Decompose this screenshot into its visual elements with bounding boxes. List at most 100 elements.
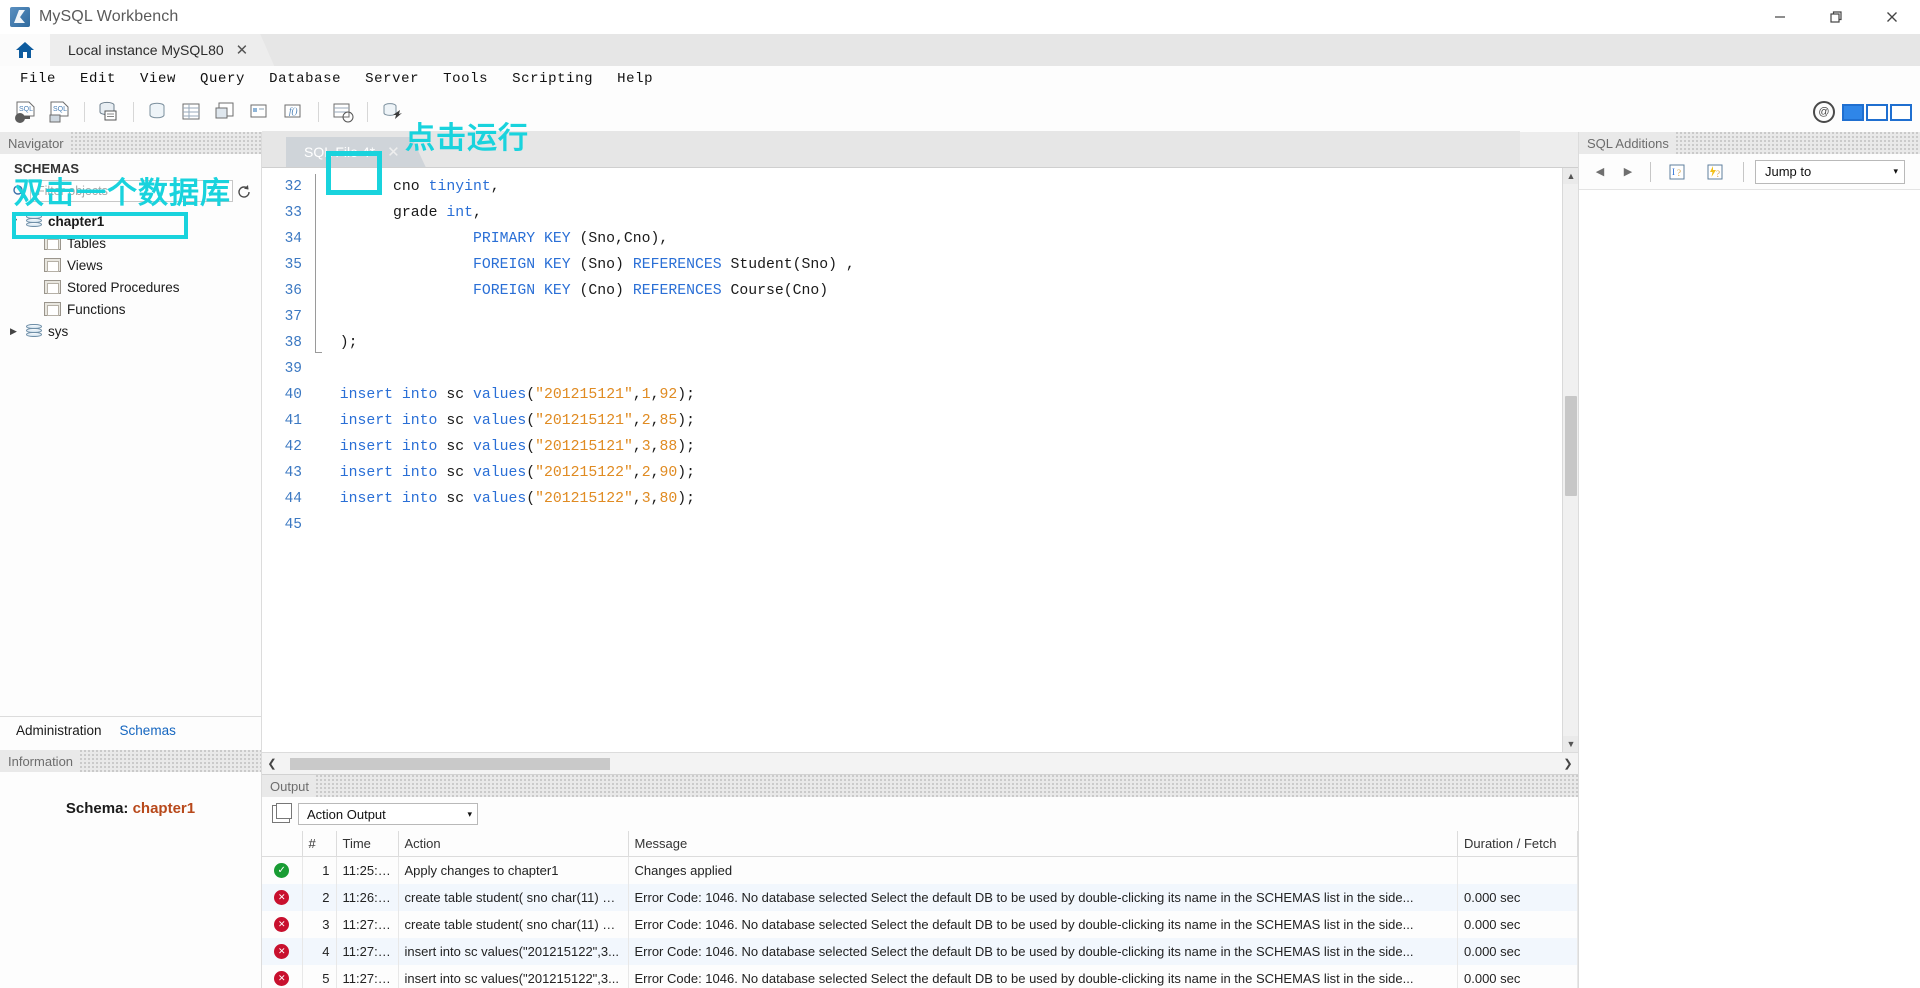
tab-sql-file-4[interactable]: SQL File 4* ✕ xyxy=(286,137,426,167)
sidebar-item-label: Stored Procedures xyxy=(67,279,180,295)
line-number: 42 xyxy=(262,434,322,460)
header-dots xyxy=(1674,132,1920,154)
menu-tools[interactable]: Tools xyxy=(431,69,500,89)
tab-local-instance-mysql80[interactable]: Local instance MySQL80 ✕ xyxy=(50,34,274,66)
filter-row: Filter objects xyxy=(0,178,261,206)
table-row[interactable]: 411:27:21insert into sc values("20121512… xyxy=(262,938,1578,965)
code-text-area[interactable]: cno tinyint, grade int, PRIMARY KEY (Sno… xyxy=(322,168,1562,752)
forward-arrow-icon[interactable]: ▶ xyxy=(1617,161,1639,183)
sidebar-item-chapter1[interactable]: ▼ chapter1 xyxy=(0,210,261,232)
row-message: Changes applied xyxy=(628,856,1458,884)
minimize-button[interactable] xyxy=(1752,0,1808,34)
menu-view[interactable]: View xyxy=(128,69,188,89)
sidebar-toggle-output[interactable] xyxy=(1866,103,1888,121)
menu-database[interactable]: Database xyxy=(257,69,353,89)
output-header-label: Output xyxy=(270,778,310,794)
menu-file[interactable]: File xyxy=(8,69,68,89)
close-button[interactable] xyxy=(1864,0,1920,34)
table-header-row: # Time Action Message Duration / Fetch xyxy=(262,831,1578,857)
new-function-icon[interactable]: f() xyxy=(278,97,310,127)
scroll-down-arrow[interactable]: ▼ xyxy=(1563,736,1578,752)
connection-tab-strip: Local instance MySQL80 ✕ xyxy=(0,34,1920,66)
tab-administration[interactable]: Administration xyxy=(16,723,102,738)
folder-icon xyxy=(44,280,61,294)
chevron-down-icon[interactable]: ▼ xyxy=(10,216,20,226)
navigator-panel: Navigator SCHEMAS Filter objects ▼ chapt… xyxy=(0,132,262,988)
sidebar-item-sys[interactable]: ▶ sys xyxy=(0,320,261,342)
new-table-icon[interactable] xyxy=(210,97,242,127)
main-toolbar-right: @ xyxy=(1813,92,1912,132)
new-sql-tab-icon[interactable]: SQL xyxy=(10,97,42,127)
auto-context-help-icon[interactable]: ? xyxy=(1700,158,1732,186)
table-row[interactable]: 211:26:51create table student( sno char(… xyxy=(262,884,1578,911)
refresh-icon[interactable] xyxy=(237,184,251,198)
toolbar-separator xyxy=(318,102,319,122)
sql-additions-toolbar: ◀ ▶ I ? ? Jump to ▾ xyxy=(1579,154,1920,190)
header-dots xyxy=(69,132,261,154)
hscroll-track[interactable] xyxy=(282,757,1558,770)
code-line: PRIMARY KEY (Sno,Cno), xyxy=(472,231,669,247)
action-output-table: # Time Action Message Duration / Fetch 1… xyxy=(262,831,1578,988)
at-sign-icon[interactable]: @ xyxy=(1813,101,1835,123)
folder-icon xyxy=(44,236,61,250)
row-duration: 0.000 sec xyxy=(1457,911,1578,938)
close-icon[interactable]: ✕ xyxy=(387,145,400,160)
restore-button[interactable] xyxy=(1808,0,1864,34)
action-output-rows: 111:25:38Apply changes to chapter1Change… xyxy=(262,856,1578,988)
panel-toggle-group xyxy=(1842,103,1912,121)
menu-query[interactable]: Query xyxy=(188,69,257,89)
new-procedure-icon[interactable] xyxy=(376,97,408,127)
sql-code-editor[interactable]: 32 33 34 35 36 37 38 39 40 41 42 43 44 45 cno tinyint… xyxy=(262,168,1578,752)
jump-to-dropdown[interactable]: Jump to ▾ xyxy=(1755,159,1905,184)
schemas-section-label: SCHEMAS xyxy=(14,161,80,176)
table-row[interactable]: 311:27:13create table student( sno char(… xyxy=(262,911,1578,938)
sidebar-item-tables[interactable]: Tables xyxy=(0,232,261,254)
home-tab[interactable] xyxy=(0,34,50,66)
scrollbar-thumb[interactable] xyxy=(290,757,610,770)
new-schema-icon[interactable] xyxy=(176,97,208,127)
sidebar-item-views[interactable]: Views xyxy=(0,254,261,276)
scroll-left-arrow[interactable]: ❮ xyxy=(262,757,282,770)
filter-objects-input[interactable]: Filter objects xyxy=(30,180,233,202)
scrollbar-thumb[interactable] xyxy=(1565,396,1577,496)
sidebar-toggle-right[interactable] xyxy=(1890,103,1912,121)
line-number: 43 xyxy=(262,460,322,486)
information-header: Information xyxy=(0,750,261,772)
new-connection-icon[interactable] xyxy=(142,97,174,127)
scroll-right-arrow[interactable]: ❯ xyxy=(1558,757,1578,770)
folder-icon xyxy=(44,258,61,272)
tab-schemas[interactable]: Schemas xyxy=(120,723,176,738)
editor-column: Limit to 1000 rows ▾ xyxy=(262,132,1578,988)
scroll-up-arrow[interactable]: ▲ xyxy=(1563,168,1578,184)
sidebar-item-functions[interactable]: Functions xyxy=(0,298,261,320)
editor-vertical-scrollbar[interactable]: ▲ ▼ xyxy=(1562,168,1578,752)
table-row[interactable]: 511:27:22insert into sc values("20121512… xyxy=(262,965,1578,988)
table-row[interactable]: 111:25:38Apply changes to chapter1Change… xyxy=(262,856,1578,884)
open-connection-info-icon[interactable] xyxy=(93,97,125,127)
row-duration: 0.000 sec xyxy=(1457,965,1578,988)
code-line: insert into sc values("201215122",3,80); xyxy=(339,491,696,507)
navigator-header-label: Navigator xyxy=(8,135,64,151)
output-view-dropdown[interactable]: Action Output ▾ xyxy=(298,803,478,825)
navigator-bottom-tabs: Administration Schemas xyxy=(0,716,261,744)
menu-help[interactable]: Help xyxy=(605,69,665,89)
copy-icon[interactable] xyxy=(272,803,292,823)
sidebar-item-label: Views xyxy=(67,257,103,273)
edit-table-data-icon[interactable] xyxy=(327,97,359,127)
sidebar-item-stored-procedures[interactable]: Stored Procedures xyxy=(0,276,261,298)
menu-edit[interactable]: Edit xyxy=(68,69,128,89)
editor-horizontal-scrollbar[interactable]: ❮ ❯ xyxy=(262,752,1578,774)
sidebar-toggle-left[interactable] xyxy=(1842,103,1864,121)
chevron-right-icon[interactable]: ▶ xyxy=(10,326,20,337)
schema-icon xyxy=(26,324,42,338)
workbench-dolphin-icon xyxy=(10,7,30,27)
filter-placeholder: Filter objects xyxy=(37,184,108,198)
close-icon[interactable]: ✕ xyxy=(236,43,249,58)
row-action: insert into sc values("201215122",3... xyxy=(398,938,629,965)
new-view-icon[interactable] xyxy=(244,97,276,127)
open-sql-script-icon[interactable]: SQL xyxy=(44,97,76,127)
back-arrow-icon[interactable]: ◀ xyxy=(1589,161,1611,183)
context-help-toggle-icon[interactable]: I ? xyxy=(1662,158,1694,186)
menu-server[interactable]: Server xyxy=(353,69,431,89)
menu-scripting[interactable]: Scripting xyxy=(500,69,605,89)
